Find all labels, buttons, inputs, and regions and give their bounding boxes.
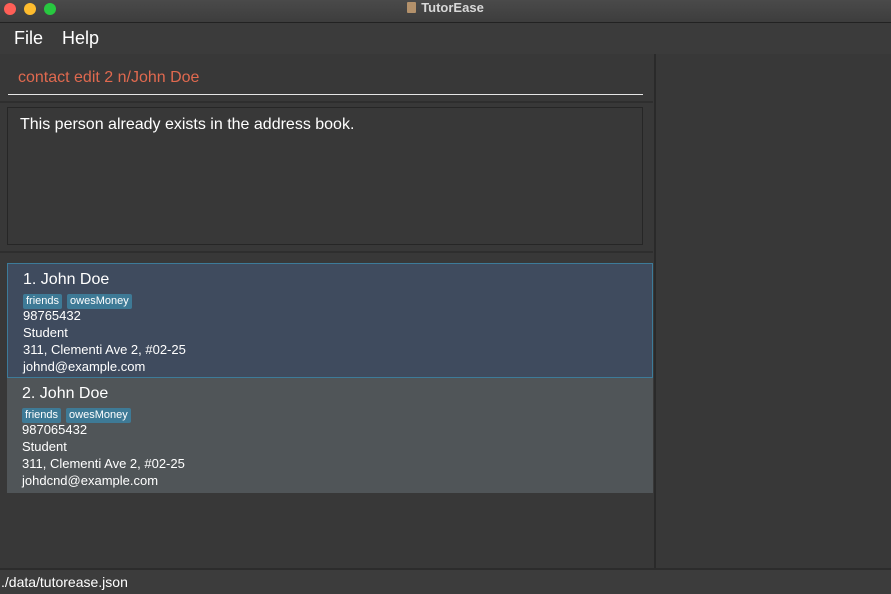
command-input[interactable]: contact edit 2 n/John Doe: [8, 57, 643, 95]
side-pane: [654, 54, 891, 568]
menu-bar: File Help: [0, 23, 891, 54]
contact-card[interactable]: 2. John Doe friends owesMoney 987065432 S…: [7, 378, 653, 493]
status-bar: ./data/tutorease.json: [0, 568, 891, 594]
contact-phone: 98765432: [23, 308, 81, 323]
contact-role: Student: [23, 325, 68, 340]
contact-name: 2. John Doe: [22, 385, 109, 402]
menu-help[interactable]: Help: [62, 28, 99, 49]
menu-file[interactable]: File: [14, 28, 43, 49]
contact-card[interactable]: 1. John Doe friends owesMoney 98765432 St…: [7, 263, 653, 378]
contact-tags: friends owesMoney: [23, 291, 637, 309]
contact-email: johdcnd@example.com: [22, 473, 159, 488]
window-title: TutorEase: [0, 0, 891, 22]
contact-address: 311, Clementi Ave 2, #02-25: [23, 342, 186, 357]
app-icon: [407, 2, 417, 13]
contact-name: 1. John Doe: [23, 271, 110, 288]
title-bar: TutorEase: [0, 0, 891, 23]
result-display[interactable]: This person already exists in the addres…: [7, 107, 643, 245]
contact-role: Student: [22, 439, 67, 454]
save-file-path: ./data/tutorease.json: [1, 574, 128, 590]
contact-email: johnd@example.com: [23, 359, 146, 374]
window-title-text: TutorEase: [421, 0, 484, 15]
result-message: This person already exists in the addres…: [20, 116, 355, 133]
contact-address: 311, Clementi Ave 2, #02-25: [22, 456, 185, 471]
divider: [0, 101, 653, 103]
contact-tags: friends owesMoney: [22, 405, 638, 423]
contact-phone: 987065432: [22, 422, 88, 437]
divider: [0, 251, 653, 253]
